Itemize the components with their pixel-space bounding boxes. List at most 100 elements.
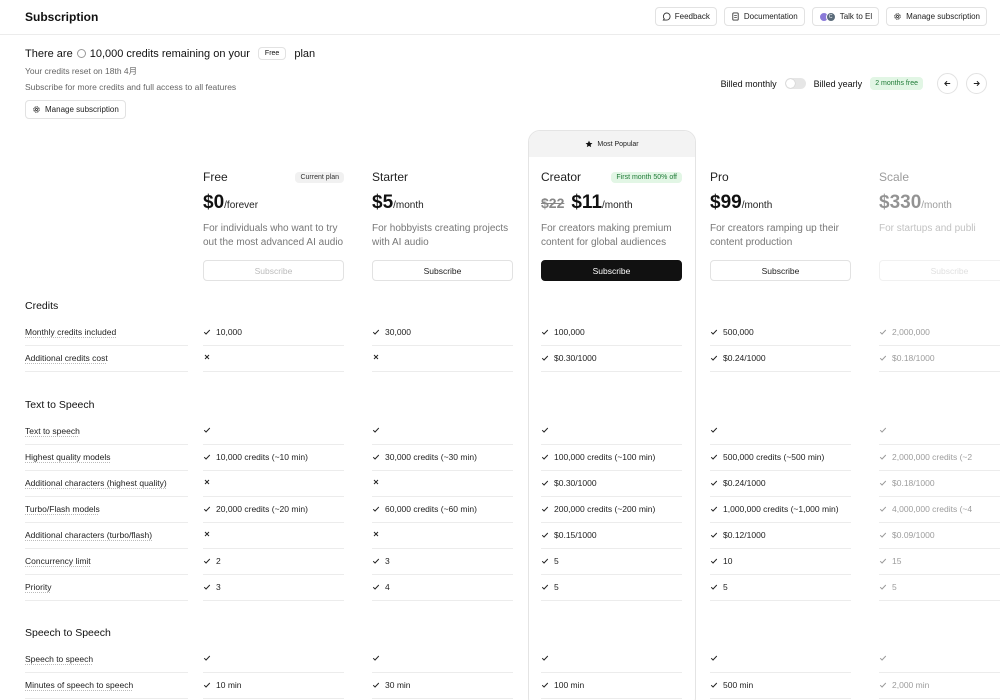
plan-description: For individuals who want to try out the … bbox=[203, 223, 344, 248]
feature-label[interactable]: Concurrency limit bbox=[25, 556, 188, 566]
row-divider bbox=[203, 698, 344, 699]
subscribe-free-button[interactable]: Subscribe bbox=[203, 260, 344, 281]
billed-yearly-label[interactable]: Billed yearly bbox=[814, 79, 863, 89]
row-divider bbox=[710, 698, 851, 699]
plan-description: For hobbyists creating projects with AI … bbox=[372, 223, 509, 248]
row-divider bbox=[710, 371, 851, 372]
subscribe-starter-button[interactable]: Subscribe bbox=[372, 260, 513, 281]
feature-cell: 2,000,000 credits (~2 bbox=[879, 452, 972, 462]
subscribe-creator-button[interactable]: Subscribe bbox=[541, 260, 682, 281]
feature-cell bbox=[710, 654, 723, 662]
manage-subscription-button[interactable]: Manage subscription bbox=[886, 7, 987, 26]
feature-value: 3 bbox=[385, 556, 390, 566]
check-icon bbox=[372, 682, 380, 688]
check-icon bbox=[879, 355, 887, 361]
feature-value: 500 min bbox=[723, 680, 754, 690]
feature-value: 2 bbox=[216, 556, 221, 566]
discount-badge: First month 50% off bbox=[611, 171, 682, 183]
feature-value: 5 bbox=[554, 582, 559, 592]
feature-label[interactable]: Monthly credits included bbox=[25, 327, 188, 337]
section-tts-title: Text to Speech bbox=[25, 399, 95, 411]
plan-description: For creators ramping up their content pr… bbox=[710, 223, 839, 248]
row-divider bbox=[541, 698, 682, 699]
feature-cell bbox=[879, 654, 892, 662]
feature-value: 10 bbox=[723, 556, 733, 566]
plan-price: $99 bbox=[710, 192, 742, 213]
subscribe-pro-button[interactable]: Subscribe bbox=[710, 260, 851, 281]
feature-cell: $0.30/1000 bbox=[541, 353, 597, 363]
feature-label[interactable]: Additional characters (highest quality) bbox=[25, 478, 188, 488]
check-icon bbox=[203, 682, 211, 688]
billed-monthly-label[interactable]: Billed monthly bbox=[721, 79, 777, 89]
progress-ring-icon bbox=[76, 49, 86, 58]
feature-cell: $0.30/1000 bbox=[541, 478, 597, 488]
arrow-right-icon bbox=[973, 80, 980, 87]
feature-value: 30,000 bbox=[385, 327, 411, 337]
plan-free: Free Current plan $0/forever For individu… bbox=[203, 170, 344, 281]
feature-label[interactable]: Additional credits cost bbox=[25, 353, 188, 363]
check-icon bbox=[372, 506, 380, 512]
plan-name: Pro bbox=[710, 170, 729, 184]
feature-label[interactable]: Turbo/Flash models bbox=[25, 504, 188, 514]
feature-row: Additional credits cost $0.30/1000 $0.24/1… bbox=[25, 346, 1000, 372]
feature-cell: 100 min bbox=[541, 680, 584, 690]
plan-price-unit: /month bbox=[741, 200, 773, 211]
feature-value: 2,000,000 credits (~2 bbox=[892, 452, 973, 462]
feature-label[interactable]: Minutes of speech to speech bbox=[25, 680, 188, 690]
billing-toggle[interactable] bbox=[784, 78, 806, 89]
feature-cell bbox=[541, 654, 554, 662]
check-icon bbox=[203, 329, 211, 335]
plan-name: Scale bbox=[879, 170, 910, 184]
feature-value: 100,000 bbox=[554, 327, 585, 337]
feedback-button[interactable]: Feedback bbox=[654, 7, 717, 26]
current-plan-badge: Current plan bbox=[295, 171, 344, 183]
feature-value: 15 bbox=[892, 556, 902, 566]
scroll-right-button[interactable] bbox=[966, 73, 987, 94]
subscribe-scale-button[interactable]: Subscribe bbox=[879, 260, 1000, 281]
feature-cell: 5 bbox=[710, 582, 728, 592]
check-icon bbox=[879, 655, 887, 661]
row-divider bbox=[25, 698, 188, 699]
check-icon bbox=[541, 427, 549, 433]
cross-icon bbox=[204, 479, 210, 485]
talk-to-el-button[interactable]: C Talk to El bbox=[811, 7, 880, 26]
manage-label: Manage subscription bbox=[45, 105, 119, 114]
feature-cell: 4,000,000 credits (~4 bbox=[879, 504, 972, 514]
upsell-text: Subscribe for more credits and full acce… bbox=[25, 82, 237, 92]
feature-cell: 5 bbox=[879, 582, 897, 592]
cross-icon bbox=[373, 354, 379, 360]
avatar-group: C bbox=[818, 11, 836, 22]
feedback-label: Feedback bbox=[674, 12, 710, 21]
most-popular-banner: Most Popular bbox=[529, 131, 695, 157]
feature-cell: $0.18/1000 bbox=[879, 353, 935, 363]
check-icon bbox=[203, 427, 211, 433]
feature-label[interactable]: Additional characters (turbo/flash) bbox=[25, 530, 188, 540]
feature-cell: 200,000 credits (~200 min) bbox=[541, 504, 655, 514]
check-icon bbox=[710, 427, 718, 433]
feature-cell bbox=[372, 426, 385, 434]
feature-value: $0.24/1000 bbox=[723, 353, 766, 363]
scroll-left-button[interactable] bbox=[937, 73, 958, 94]
feature-label[interactable]: Text to speech bbox=[25, 426, 188, 436]
check-icon bbox=[372, 558, 380, 564]
check-icon bbox=[372, 584, 380, 590]
feature-cell: 2,000 min bbox=[879, 680, 929, 690]
feature-row: Concurrency limit 2 3 5 10 15 bbox=[25, 549, 1000, 575]
feature-cell: 100,000 bbox=[541, 327, 585, 337]
feature-cell bbox=[203, 530, 216, 538]
check-icon bbox=[710, 532, 718, 538]
feature-label[interactable]: Priority bbox=[25, 582, 188, 592]
documentation-button[interactable]: Documentation bbox=[723, 7, 805, 26]
feature-cell bbox=[710, 426, 723, 434]
feature-value: 10 min bbox=[216, 680, 242, 690]
check-icon bbox=[879, 532, 887, 538]
feature-label[interactable]: Highest quality models bbox=[25, 452, 188, 462]
manage-subscription-secondary-button[interactable]: Manage subscription bbox=[25, 100, 126, 119]
manage-label: Manage subscription bbox=[906, 12, 980, 21]
plan-old-price: $22 bbox=[541, 195, 565, 211]
feature-value: 1,000,000 credits (~1,000 min) bbox=[723, 504, 839, 514]
check-icon bbox=[372, 329, 380, 335]
feature-label[interactable]: Speech to speech bbox=[25, 654, 188, 664]
plan-creator: Creator First month 50% off $22 $11/month … bbox=[541, 170, 682, 281]
cross-icon bbox=[204, 354, 210, 360]
